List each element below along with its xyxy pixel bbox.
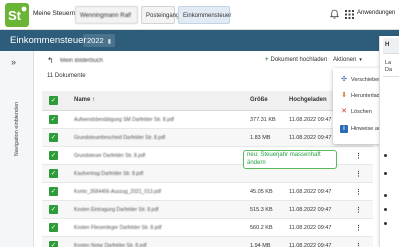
upload-date: 11.08.2022 09:47 bbox=[289, 225, 332, 231]
right-info-panel: H La Da bbox=[379, 36, 399, 247]
file-size: 377.31 KB bbox=[250, 117, 276, 123]
info-icon: i bbox=[340, 125, 348, 133]
actions-menu-button[interactable]: Aktionen ▼ bbox=[333, 57, 363, 63]
logo-icon[interactable]: St bbox=[5, 3, 29, 27]
row-checkbox[interactable]: ✓ bbox=[49, 151, 58, 160]
file-name[interactable]: Kosten Eintragung Darfelder Str. 8.pdf bbox=[74, 207, 159, 213]
file-size: 1.83 MB bbox=[250, 135, 271, 141]
upload-document-label: Dokument hochladen bbox=[270, 57, 328, 63]
file-size: 1.94 MB bbox=[250, 243, 271, 247]
menu-item-label: Löschen bbox=[351, 109, 372, 115]
page-titlebar: Einkommensteuer 2022 ▮ bbox=[0, 30, 399, 51]
documents-table: ✓ Name ↑ Größe Hochgeladen ✓ Aufwendsbest… bbox=[42, 91, 373, 247]
table-row[interactable]: ✓ Aufwendsbestätigung SM Darfelder Str. 8… bbox=[42, 111, 373, 129]
row-menu-icon[interactable]: ⋮ bbox=[355, 224, 362, 232]
upload-date: 11.08.2022 09:47 bbox=[289, 207, 332, 213]
bullet bbox=[384, 172, 387, 175]
bullet bbox=[384, 222, 387, 225]
file-size: 515.3 KB bbox=[250, 207, 273, 213]
show-navigation-label[interactable]: Navigation einblenden bbox=[14, 102, 20, 156]
apps-menu-label[interactable]: Anwendungen bbox=[357, 10, 395, 16]
page-title: Einkommensteuer bbox=[10, 35, 87, 46]
file-name[interactable]: Kosten Fliesenleger Darfelder Str. 8.pdf bbox=[74, 225, 162, 231]
right-panel-text: Da bbox=[385, 67, 393, 73]
table-row[interactable]: ✓ Kosten Notar Darfelder Str. 8.pdf 1.94 M… bbox=[42, 237, 373, 247]
upload-date: 11.08.2022 09:47 bbox=[289, 189, 332, 195]
upload-date: 11.08.2022 09:47 bbox=[289, 117, 332, 123]
file-size: 560.2 KB bbox=[250, 225, 273, 231]
row-menu-icon[interactable]: ⋮ bbox=[355, 206, 362, 214]
current-folder-path[interactable]: Mein Bilderbuch bbox=[60, 58, 103, 64]
annotation-callout: neu: Steuerjahr massenhaft ändern bbox=[243, 150, 337, 169]
top-header: St Meine Steuern Wenningmann Ralf Postei… bbox=[0, 0, 399, 30]
navigation-rail[interactable]: » Navigation einblenden bbox=[0, 51, 34, 247]
right-panel-heading: H bbox=[385, 42, 390, 48]
breadcrumb-posteingang[interactable]: Posteingang bbox=[141, 6, 179, 24]
app-name[interactable]: Meine Steuern bbox=[33, 10, 75, 17]
menu-item-label: Verschieben bbox=[351, 77, 382, 83]
expand-chevron-icon[interactable]: » bbox=[11, 57, 16, 67]
table-row[interactable]: ✓ Grundsteuerbescheid Darfelder Str. 8.pd… bbox=[42, 129, 373, 147]
column-header-uploaded[interactable]: Hochgeladen bbox=[289, 97, 327, 103]
bullet bbox=[384, 208, 387, 211]
table-row[interactable]: ✓ Konto_3584456-Auszug_2021_013.pdf 45.05 … bbox=[42, 183, 373, 201]
row-menu-icon[interactable]: ⋮ bbox=[355, 188, 362, 196]
row-menu-icon[interactable]: ⋮ bbox=[355, 152, 362, 160]
upload-date: 11.08.2022 09:47 bbox=[289, 135, 332, 141]
row-checkbox[interactable]: ✓ bbox=[49, 241, 58, 247]
table-row[interactable]: ✓ Kosten Fliesenleger Darfelder Str. 8.pd… bbox=[42, 219, 373, 237]
right-panel-text: La bbox=[385, 60, 392, 66]
column-name-label: Name bbox=[74, 97, 91, 103]
file-size: 45.05 KB bbox=[250, 189, 273, 195]
bullet bbox=[384, 194, 387, 197]
breadcrumb-user[interactable]: Wenningmann Ralf bbox=[75, 6, 138, 24]
row-checkbox[interactable]: ✓ bbox=[49, 205, 58, 214]
column-header-name[interactable]: Name ↑ bbox=[74, 97, 95, 103]
caret-down-icon: ▼ bbox=[358, 57, 363, 62]
row-checkbox[interactable]: ✓ bbox=[49, 223, 58, 232]
upload-date: 11.08.2022 09:47 bbox=[289, 243, 332, 247]
apps-grid-icon[interactable] bbox=[345, 10, 354, 19]
select-all-checkbox[interactable]: ✓ bbox=[49, 96, 58, 105]
file-name[interactable]: Grundsteuer Darfelder Str. 8.pdf bbox=[74, 153, 145, 159]
sort-ascending-icon: ↑ bbox=[92, 97, 96, 103]
column-header-size[interactable]: Größe bbox=[250, 97, 268, 103]
document-count: 11 Dokumente bbox=[47, 73, 86, 79]
upload-document-button[interactable]: + Dokument hochladen bbox=[265, 57, 327, 63]
folder-up-icon[interactable]: ↰ bbox=[47, 56, 54, 65]
notification-bell-icon[interactable] bbox=[329, 9, 340, 20]
move-icon: ✣ bbox=[341, 76, 347, 83]
file-name[interactable]: Aufwendsbestätigung SM Darfelder Str. 8.… bbox=[74, 117, 174, 123]
delete-icon: ✕ bbox=[341, 108, 347, 115]
year-value: 2022 bbox=[87, 36, 104, 45]
row-menu-icon[interactable]: ⋮ bbox=[355, 242, 362, 247]
bullet bbox=[384, 154, 387, 157]
row-checkbox[interactable]: ✓ bbox=[49, 169, 58, 178]
row-menu-icon[interactable]: ⋮ bbox=[355, 170, 362, 178]
table-header-row: ✓ Name ↑ Größe Hochgeladen bbox=[42, 91, 373, 111]
file-name[interactable]: Grundsteuerbescheid Darfelder Str. 8.pdf bbox=[74, 135, 165, 141]
plus-icon: + bbox=[265, 57, 269, 63]
file-name[interactable]: Konto_3584456-Auszug_2021_013.pdf bbox=[74, 189, 161, 195]
right-panel-header: H bbox=[383, 38, 399, 54]
download-icon: ⬇ bbox=[341, 92, 347, 99]
year-caret-icon: ▮ bbox=[107, 39, 111, 45]
svg-text:St: St bbox=[8, 8, 22, 23]
file-name[interactable]: Kaufvertrag Darfelder Str. 8.pdf bbox=[74, 171, 143, 177]
actions-label: Aktionen bbox=[333, 57, 357, 63]
divider bbox=[383, 76, 399, 77]
row-checkbox[interactable]: ✓ bbox=[49, 133, 58, 142]
file-name[interactable]: Kosten Notar Darfelder Str. 8.pdf bbox=[74, 243, 147, 247]
row-checkbox[interactable]: ✓ bbox=[49, 187, 58, 196]
row-checkbox[interactable]: ✓ bbox=[49, 115, 58, 124]
table-row[interactable]: ✓ Kosten Eintragung Darfelder Str. 8.pdf 5… bbox=[42, 201, 373, 219]
breadcrumb-einkommensteuer[interactable]: Einkommensteuer bbox=[178, 6, 231, 24]
year-select[interactable]: 2022 ▮ bbox=[83, 34, 115, 47]
